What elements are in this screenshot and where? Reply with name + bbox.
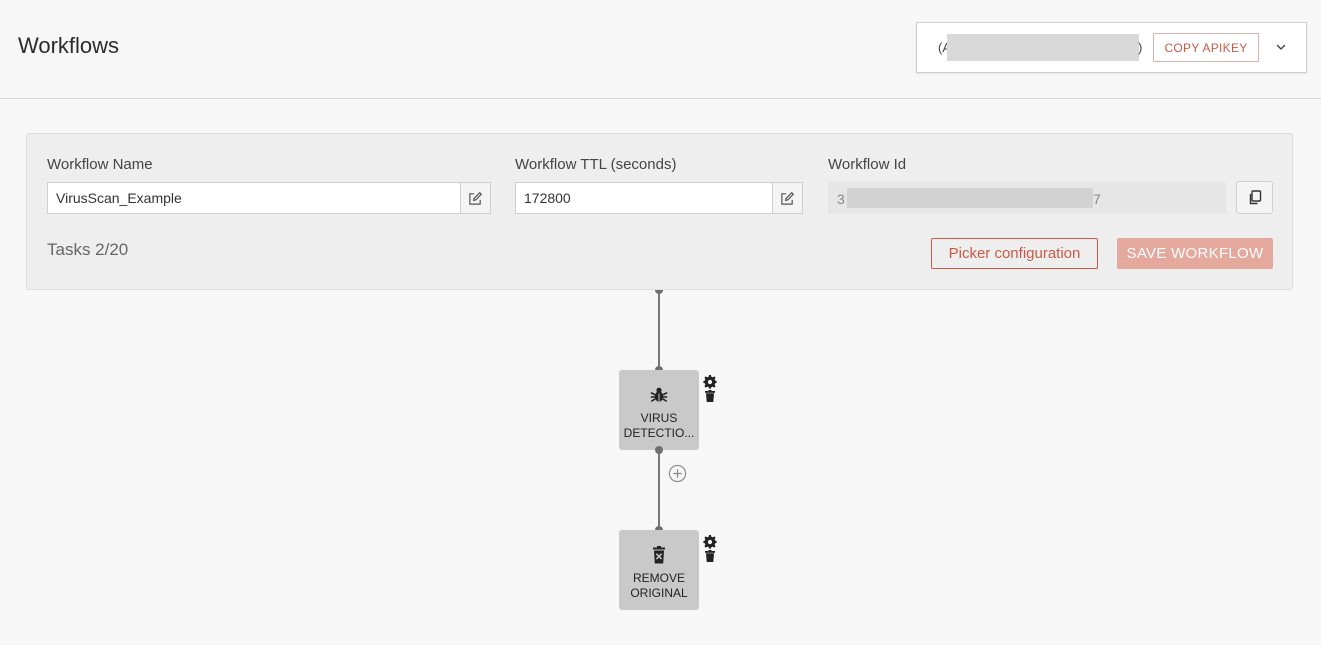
trash-x-icon xyxy=(653,546,665,564)
workflow-ttl-input[interactable] xyxy=(515,182,773,214)
trash-icon[interactable] xyxy=(705,550,715,562)
tasks-count: Tasks 2/20 xyxy=(47,240,129,259)
edit-workflow-name-button[interactable] xyxy=(460,182,491,214)
workflow-id-label: Workflow Id xyxy=(828,156,907,173)
copy-icon xyxy=(1249,190,1261,205)
workflow-graph-canvas[interactable]: VIRUS DETECTIO... REMOVE ORIGINAL xyxy=(0,0,1321,645)
workflow-id-masked: redacted xyxy=(847,188,1093,208)
trash-icon[interactable] xyxy=(705,390,715,402)
workflow-id-field: 3 redacted 7 xyxy=(828,182,1226,214)
save-workflow-button[interactable]: SAVE WORKFLOW xyxy=(1117,238,1273,269)
workflow-id-suffix: 7 xyxy=(1093,191,1101,207)
gear-icon[interactable] xyxy=(703,375,717,389)
edit-icon xyxy=(469,191,482,205)
workflow-settings-panel: Workflow Name Workflow TTL (seconds) Wor… xyxy=(26,133,1293,290)
picker-configuration-button[interactable]: Picker configuration xyxy=(931,238,1098,269)
task-node-label-line2: DETECTIO... xyxy=(623,426,695,440)
graph-edge xyxy=(658,286,660,370)
add-task-icon[interactable] xyxy=(668,464,687,483)
graph-edge xyxy=(658,450,660,530)
gear-icon[interactable] xyxy=(703,535,717,549)
workflow-ttl-label: Workflow TTL (seconds) xyxy=(515,156,677,173)
bug-icon xyxy=(650,387,668,402)
task-node-label: REMOVE ORIGINAL xyxy=(621,571,697,601)
edit-workflow-ttl-button[interactable] xyxy=(772,182,803,214)
task-node-label-line2: ORIGINAL xyxy=(630,586,688,600)
task-node-remove-original[interactable]: REMOVE ORIGINAL xyxy=(619,530,699,610)
workflow-name-input[interactable] xyxy=(47,182,461,214)
task-node-virus-detection[interactable]: VIRUS DETECTIO... xyxy=(619,370,699,450)
task-node-label-line1: REMOVE xyxy=(632,571,685,585)
task-node-label-line1: VIRUS xyxy=(640,411,678,425)
workflow-name-label: Workflow Name xyxy=(47,156,153,173)
edit-icon xyxy=(781,191,794,205)
copy-workflow-id-button[interactable] xyxy=(1236,181,1273,214)
edge-connector xyxy=(655,446,663,454)
workflow-id-prefix: 3 xyxy=(837,191,845,207)
task-node-label: VIRUS DETECTIO... xyxy=(621,411,697,441)
